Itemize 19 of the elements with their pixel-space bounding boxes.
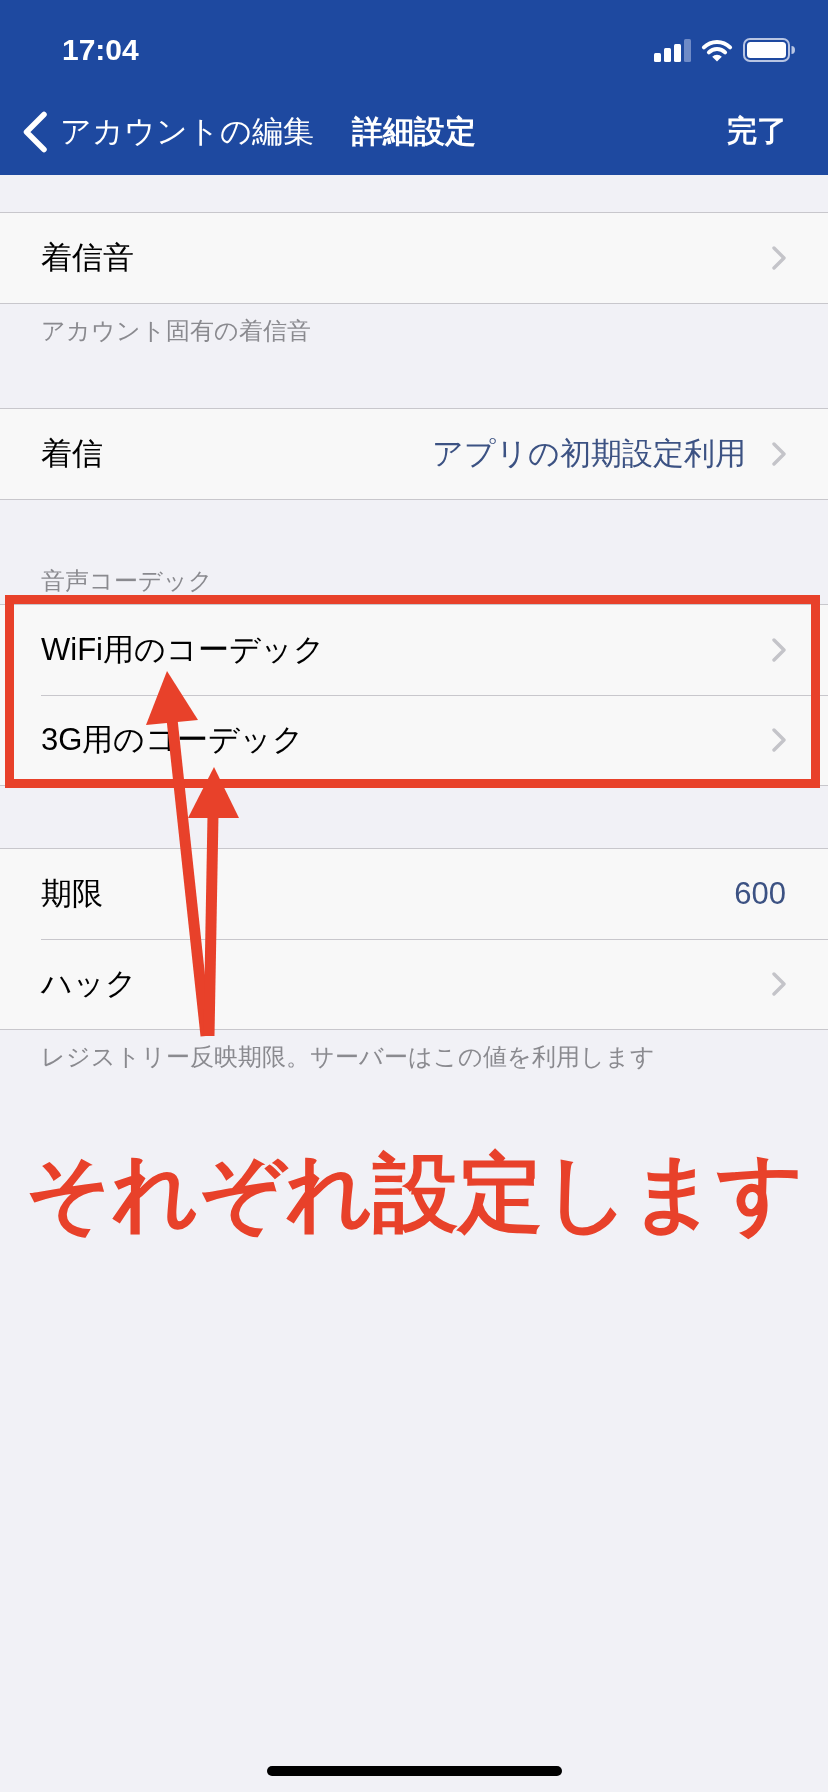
settings-row[interactable]: ハック — [0, 939, 828, 1029]
settings-row[interactable]: 着信音 — [0, 213, 828, 303]
status-time: 17:04 — [62, 33, 139, 67]
section-footer: アカウント固有の着信音 — [41, 317, 311, 344]
section-header: 音声コーデック — [41, 567, 213, 594]
settings-row[interactable]: WiFi用のコーデック — [0, 605, 828, 695]
settings-row[interactable]: 着信 アプリの初期設定利用 — [0, 409, 828, 499]
row-value: 600 — [734, 876, 786, 912]
back-button[interactable]: アカウントの編集 — [22, 110, 314, 153]
section-footer: レジストリー反映期限。サーバーはこの値を利用します — [41, 1043, 655, 1070]
done-button[interactable]: 完了 — [727, 111, 787, 152]
battery-icon — [743, 38, 795, 62]
nav-title: 詳細設定 — [352, 112, 476, 151]
settings-row[interactable]: 期限 600 — [0, 849, 828, 939]
wifi-icon — [701, 38, 733, 62]
row-value: アプリの初期設定利用 — [432, 435, 746, 473]
signal-icon — [654, 38, 691, 62]
annotation-caption: それぞれ設定します — [24, 1144, 804, 1242]
chevron-icon — [22, 110, 48, 153]
